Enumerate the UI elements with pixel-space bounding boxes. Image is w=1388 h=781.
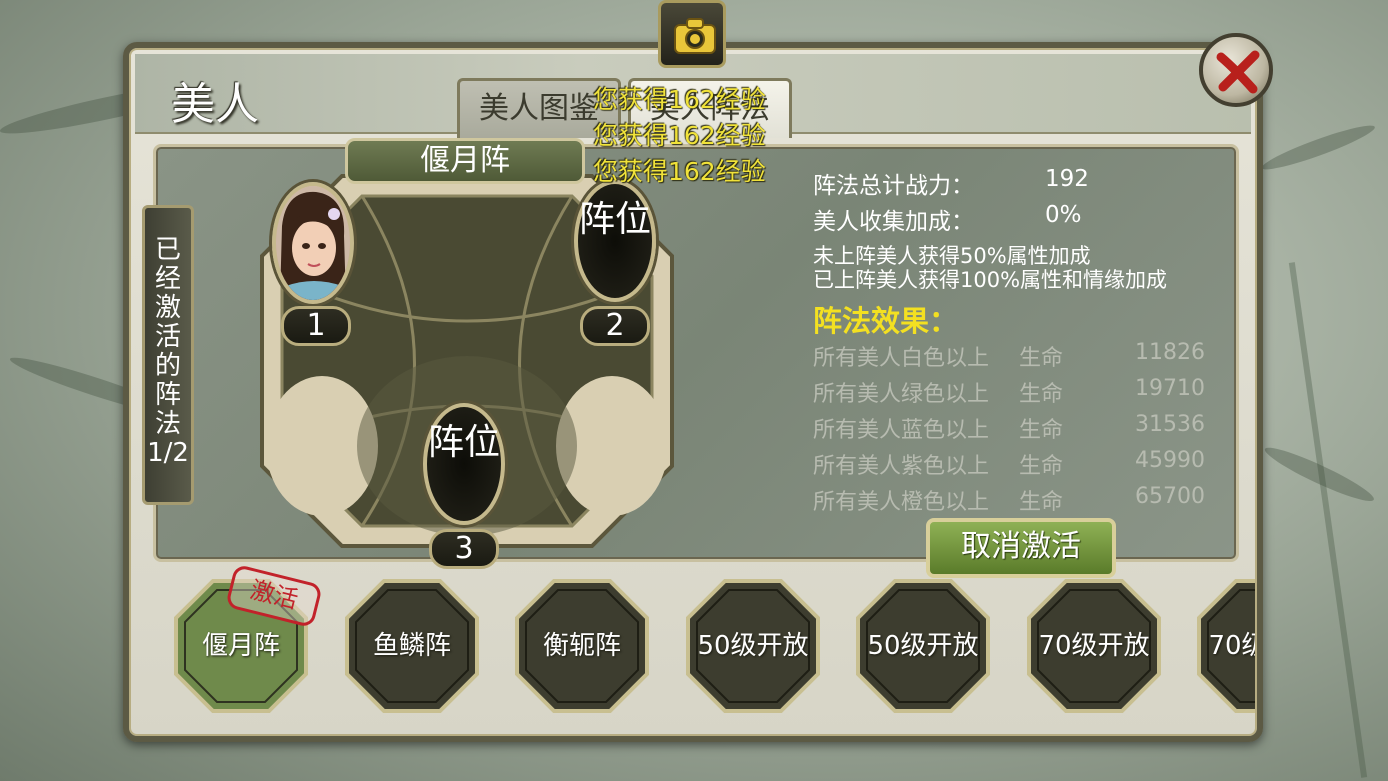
activated-char: 已 [154, 235, 181, 265]
formation-list-label: 衡轭阵 [542, 631, 621, 661]
effect-row: 所有美人橙色以上 生命 65700 [813, 484, 1213, 516]
bonus-note: 已上阵美人获得100%属性和情缘加成 [813, 268, 1168, 292]
effect-row: 所有美人绿色以上 生命 19710 [813, 376, 1213, 408]
formation-list-label: 70级开放 [1208, 631, 1255, 661]
activated-char: 阵 [154, 380, 181, 410]
slot-placeholder-text: 阵位 [578, 199, 651, 240]
effect-desc: 所有美人蓝色以上 [813, 418, 990, 443]
activated-char: 的 [154, 351, 181, 381]
slot-number: 2 [580, 306, 650, 346]
formation-list-label: 鱼鳞阵 [372, 631, 451, 661]
exp-message: 您获得162经验 [593, 157, 766, 186]
effect-type: 生命 [1019, 382, 1064, 407]
formation-list-label: 50级开放 [697, 631, 809, 661]
effect-title: 阵法效果： [813, 304, 959, 338]
effect-value: 11826 [1135, 340, 1205, 365]
collect-bonus-label: 美人收集加成： [813, 209, 974, 235]
activated-char: 法 [154, 409, 181, 439]
camera-button[interactable] [658, 0, 726, 68]
close-button[interactable] [1199, 33, 1273, 107]
bamboo-leaf [1259, 119, 1378, 176]
effect-desc: 所有美人紫色以上 [813, 454, 990, 479]
activated-count: 1/2 [147, 438, 189, 468]
collect-bonus-value: 0% [1045, 202, 1082, 228]
activated-char: 经 [154, 264, 181, 294]
effect-value: 65700 [1135, 484, 1205, 509]
formation-slot[interactable]: 阵位 [574, 180, 656, 302]
slot-number: 1 [281, 306, 351, 346]
formation-list-label: 70级开放 [1038, 631, 1150, 661]
beauty-portrait[interactable] [272, 182, 354, 304]
bamboo-stalk [1288, 262, 1368, 778]
effect-row: 所有美人白色以上 生命 11826 [813, 340, 1213, 372]
slot-placeholder-text: 阵位 [427, 422, 500, 463]
formation-list-item[interactable]: 50级开放 [855, 578, 991, 714]
effect-type: 生命 [1019, 454, 1064, 479]
activated-char: 激 [154, 293, 181, 323]
formation-name: 偃月阵 [345, 138, 585, 184]
exp-message: 您获得162经验 [593, 121, 766, 150]
cancel-activation-button[interactable]: 取消激活 [926, 518, 1116, 578]
effect-value: 19710 [1135, 376, 1205, 401]
effect-desc: 所有美人绿色以上 [813, 382, 990, 407]
effect-value: 45990 [1135, 448, 1205, 473]
effect-row: 所有美人紫色以上 生命 45990 [813, 448, 1213, 480]
slot-number: 3 [429, 529, 499, 569]
effect-type: 生命 [1019, 490, 1064, 515]
formation-list-item[interactable]: 70级开放 [1196, 578, 1255, 714]
activated-char: 活 [154, 322, 181, 352]
activated-formations-label: 已 经 激 活 的 阵 法 1/2 [142, 205, 194, 505]
effect-type: 生命 [1019, 418, 1064, 443]
window-title: 美人 [171, 79, 259, 130]
formation-list-overflow: 70级开放 [1196, 578, 1255, 718]
formation-list-item[interactable]: 鱼鳞阵 [344, 578, 480, 714]
total-power-value: 192 [1045, 166, 1089, 192]
effect-row: 所有美人蓝色以上 生命 31536 [813, 412, 1213, 444]
formation-list-item[interactable]: 50级开放 [685, 578, 821, 714]
collect-bonus-row: 美人收集加成： 0% [813, 202, 1082, 236]
total-power-label: 阵法总计战力： [813, 173, 974, 199]
total-power-row: 阵法总计战力： 192 [813, 166, 1089, 200]
formation-slot[interactable]: 阵位 [423, 403, 505, 525]
effect-desc: 所有美人白色以上 [813, 346, 990, 371]
effect-value: 31536 [1135, 412, 1205, 437]
formation-list-item[interactable]: 70级开放 [1026, 578, 1162, 714]
effect-type: 生命 [1019, 346, 1064, 371]
exp-message: 您获得162经验 [593, 85, 766, 114]
effect-desc: 所有美人橙色以上 [813, 490, 990, 515]
formation-list-item[interactable]: 衡轭阵 [514, 578, 650, 714]
formation-list-label: 50级开放 [867, 631, 979, 661]
